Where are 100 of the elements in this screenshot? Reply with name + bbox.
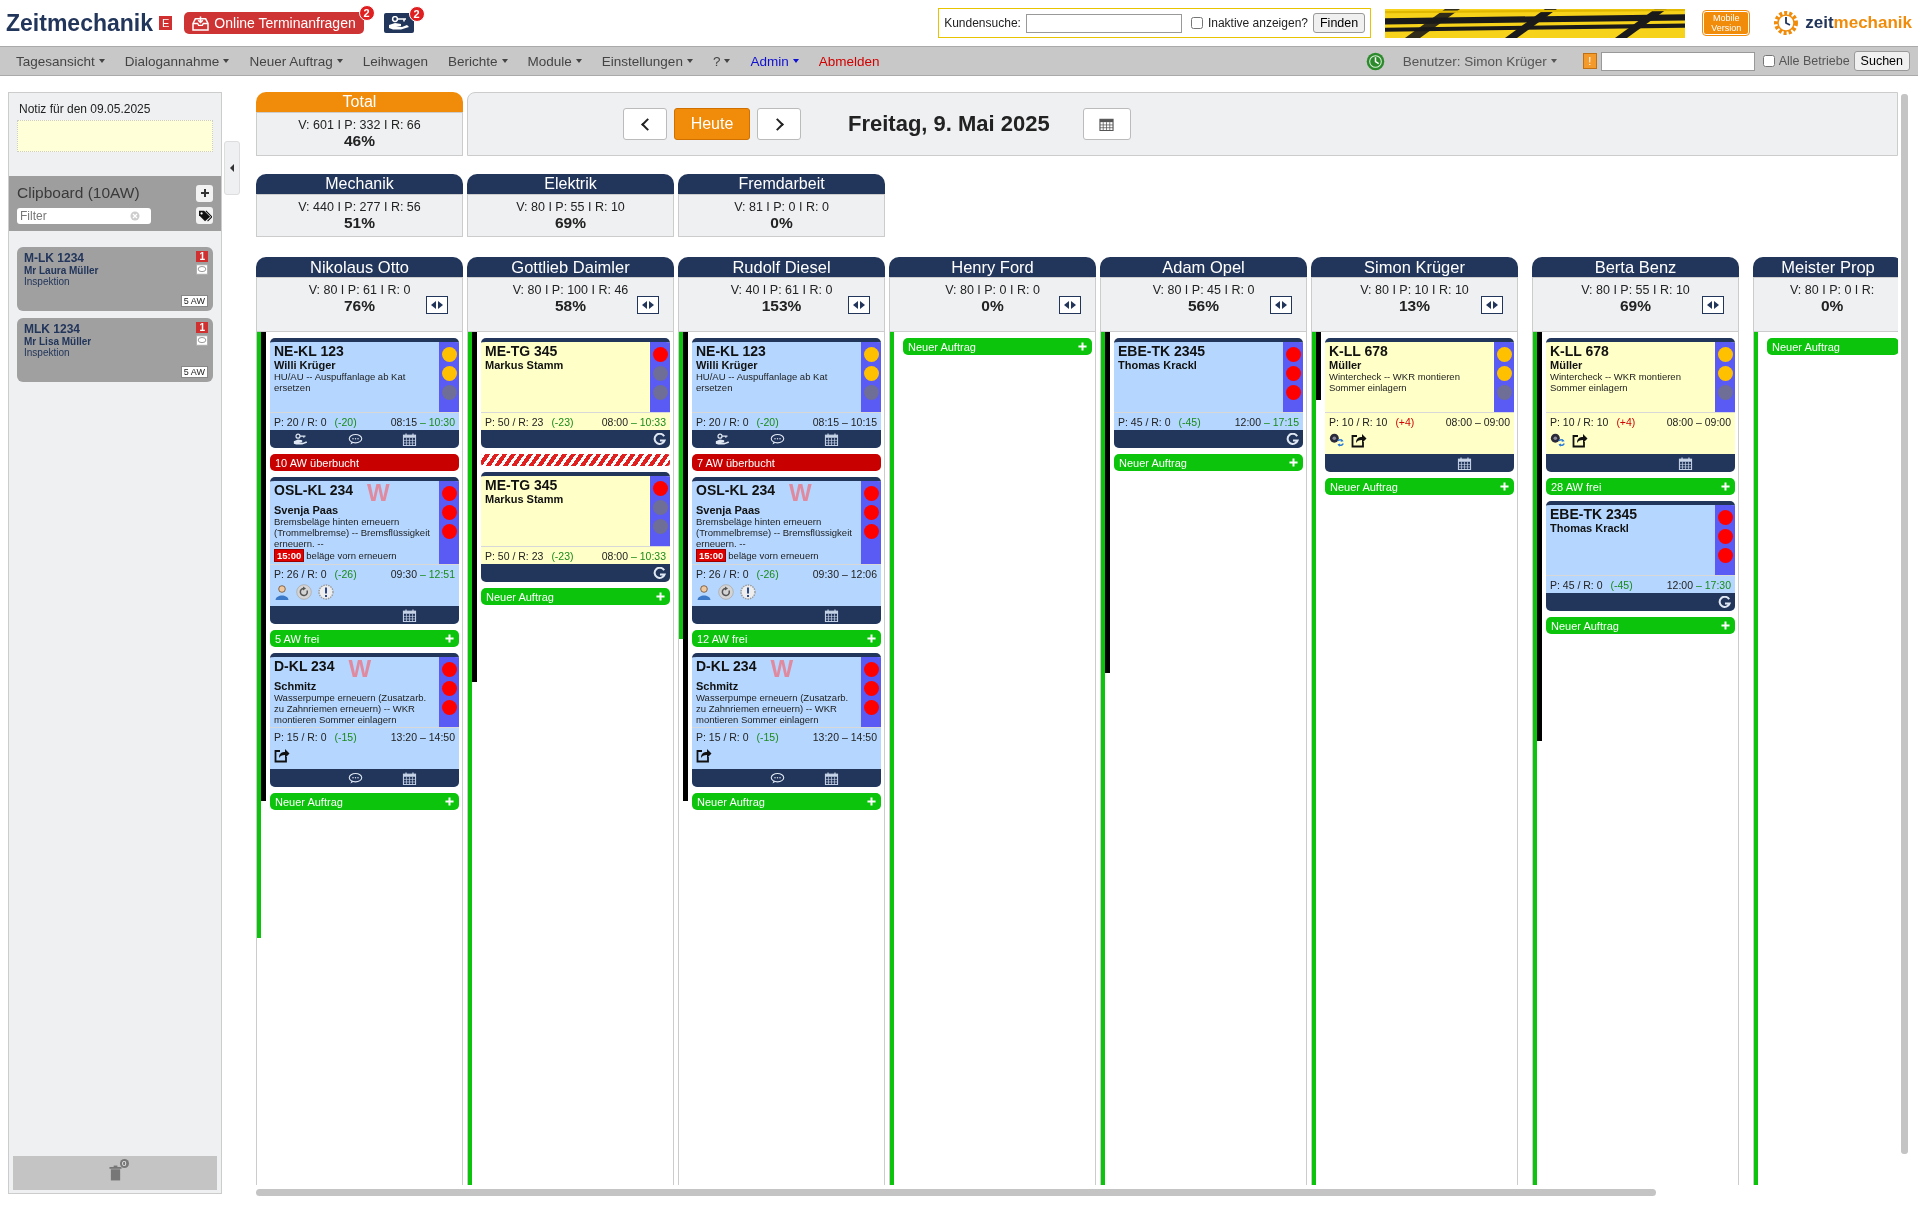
delta-text: (-15): [334, 731, 357, 743]
job-card[interactable]: D-KL 234 W Schmitz Wasserpumpe erneuern (Zusatzarb. zu Zahnriemen erneuern) -- WKR montieren Sommer einlagern P: 15 / R: 0 (-15) 13:20 – 14:50: [692, 653, 881, 787]
previous-day-button[interactable]: [623, 108, 667, 140]
job-card[interactable]: EBE-TK 2345 Thomas Krackl P: 45 / R: 0 (-45) 12:00 – 17:15: [1114, 338, 1303, 448]
count-badge: 1: [196, 251, 208, 262]
exclamation-gear-icon[interactable]: [318, 584, 334, 600]
plate-number: D-KL 234: [696, 658, 757, 674]
comment-icon[interactable]: [769, 432, 785, 446]
menu-item[interactable]: Berichte: [440, 51, 516, 71]
service-text: Inspektion: [24, 347, 70, 358]
menu-item[interactable]: Tagesansicht: [8, 51, 113, 71]
calendar-icon[interactable]: [401, 608, 417, 622]
job-card[interactable]: K-LL 678 Müller Wintercheck -- WKR montieren Sommer einlagern P: 10 / R: 10 (+4) 08:00 – 09:00: [1325, 338, 1514, 472]
plate-number: NE-KL 123: [696, 343, 766, 359]
duration-label: 5 AW: [180, 366, 208, 378]
customer-name: Svenja Paas: [696, 504, 762, 516]
share-icon[interactable]: [1351, 432, 1367, 448]
circular-arrow-icon[interactable]: [718, 584, 734, 600]
job-card[interactable]: ME-TG 345 Markus Stamm P: 50 / R: 23 (-23) 08:00 – 10:33: [481, 472, 670, 582]
share-icon[interactable]: [1572, 432, 1588, 448]
calendar-icon[interactable]: [401, 432, 417, 446]
menu-item[interactable]: Neuer Auftrag: [241, 51, 351, 71]
hand-key-icon[interactable]: [292, 432, 308, 446]
collapse-sidebar-button[interactable]: [224, 141, 240, 195]
calendar-icon[interactable]: [401, 771, 417, 785]
job-card[interactable]: K-LL 678 Müller Wintercheck -- WKR montieren Sommer einlagern P: 10 / R: 10 (+4) 08:00 – 09:00: [1546, 338, 1735, 472]
tire-swap-icon[interactable]: [1550, 432, 1566, 448]
menu-item[interactable]: ?: [704, 51, 739, 71]
arc-icon[interactable]: [652, 432, 667, 446]
menu-item[interactable]: Dialogannahme: [116, 51, 238, 71]
delta-text: (-45): [1610, 579, 1633, 591]
comment-icon[interactable]: [347, 771, 363, 785]
clipboard-card[interactable]: MLK 1234 Mr Lisa Müller Inspektion 1 5 AW: [17, 318, 213, 382]
job-card[interactable]: D-KL 234 W Schmitz Wasserpumpe erneuern (Zusatzarb. zu Zahnriemen erneuern) -- WKR montieren Sommer einlagern P: 15 / R: 0 (-15) 13:20 – 14:50: [270, 653, 459, 787]
menu-item[interactable]: Leihwagen: [354, 51, 436, 71]
calendar-icon[interactable]: [1456, 456, 1472, 470]
person-icon[interactable]: [274, 584, 290, 600]
customer-name: Thomas Krackl: [1550, 522, 1630, 534]
job-card[interactable]: EBE-TK 2345 Thomas Krackl P: 45 / R: 0 (-45) 12:00 – 17:30: [1546, 501, 1735, 611]
delta-text: (+4): [1395, 416, 1415, 428]
job-description: Wintercheck -- WKR montieren Sommer einlagern: [1329, 371, 1461, 393]
menu-item[interactable]: Module: [519, 51, 590, 71]
job-card[interactable]: OSL-KL 234 W Svenja Paas Bremsbeläge hinten erneuern (Trommelbremse) -- Bremsflüssigkeit erneuern. -- 15:00 beläge vorn erneuern P: 26 / R: 0 (-26) 09:30 – 12:51: [270, 477, 459, 624]
time-range: 12:00 – 17:15: [1234, 416, 1299, 428]
stats-text: V: 80 I P: 0 I R:: [1790, 283, 1875, 297]
online-requests-button[interactable]: Online Terminanfragen: [184, 12, 364, 34]
percent-text: 0%: [1820, 297, 1844, 315]
customer-search-field[interactable]: [1025, 13, 1182, 33]
mechanic-header: Rudolf Diesel: [678, 257, 885, 277]
share-icon[interactable]: [274, 747, 290, 763]
expand-toggle-button[interactable]: [1702, 295, 1724, 314]
share-icon[interactable]: [696, 747, 712, 763]
add-button[interactable]: [196, 184, 213, 202]
tag-button[interactable]: [196, 207, 213, 224]
clock-icon[interactable]: [1365, 51, 1385, 71]
job-card[interactable]: NE-KL 123 Willi Krüger HU/AU -- Auspuffanlage ab Kat ersetzen P: 20 / R: 0 (-20) 08:15 – 10:30: [270, 338, 459, 448]
arc-icon[interactable]: [652, 566, 667, 580]
calendar-icon[interactable]: [823, 432, 839, 446]
calendar-icon[interactable]: [1677, 456, 1693, 470]
filter-field[interactable]: Filter: [17, 207, 151, 224]
find-button[interactable]: Finden: [1313, 13, 1366, 33]
comment-icon[interactable]: [769, 771, 785, 785]
job-card[interactable]: NE-KL 123 Willi Krüger HU/AU -- Auspuffanlage ab Kat ersetzen P: 20 / R: 0 (-20) 08:15 – 10:15: [692, 338, 881, 448]
time-range: 13:20 – 14:50: [390, 731, 455, 743]
clipboard-card[interactable]: M-LK 1234 Mr Laura Müller Inspektion 1 5 AW: [17, 247, 213, 311]
all-branches-checkbox[interactable]: [1762, 55, 1775, 67]
menu-item[interactable]: Abmelden: [810, 51, 888, 71]
vertical-scrollbar[interactable]: [1901, 94, 1908, 1154]
note-field[interactable]: [17, 120, 213, 152]
tire-swap-icon[interactable]: [1329, 432, 1345, 448]
search-field[interactable]: [1600, 51, 1755, 71]
calendar-button[interactable]: [1082, 108, 1131, 140]
trash-icon[interactable]: [108, 1165, 122, 1181]
arc-icon[interactable]: [1285, 432, 1300, 446]
expand-toggle-button[interactable]: [637, 295, 659, 314]
exclamation-gear-icon[interactable]: [740, 584, 756, 600]
plate-number: EBE-TK 2345: [1550, 506, 1638, 522]
calendar-icon[interactable]: [823, 608, 839, 622]
hand-key-icon: [387, 16, 410, 30]
expand-toggle-button[interactable]: [426, 295, 448, 314]
hand-key-icon[interactable]: [714, 432, 730, 446]
calendar-icon[interactable]: [823, 771, 839, 785]
menu-item[interactable]: Admin: [742, 51, 807, 71]
user-menu[interactable]: Benutzer: Simon Krüger: [1394, 51, 1565, 71]
menu-item[interactable]: Einstellungen: [593, 51, 701, 71]
comment-icon[interactable]: [347, 432, 363, 446]
circular-arrow-icon[interactable]: [296, 584, 312, 600]
key-requests-button[interactable]: [383, 13, 414, 33]
expand-toggle-button[interactable]: [848, 295, 870, 314]
job-card[interactable]: OSL-KL 234 W Svenja Paas Bremsbeläge hinten erneuern (Trommelbremse) -- Bremsflüssigkeit erneuern. -- 15:00 beläge vorn erneuern P: 26 / R: 0 (-26) 09:30 – 12:06: [692, 477, 881, 624]
person-icon[interactable]: [696, 584, 712, 600]
date-title: Freitag, 9. Mai 2025: [848, 111, 1050, 137]
job-card[interactable]: ME-TG 345 Markus Stamm P: 50 / R: 23 (-23) 08:00 – 10:33: [481, 338, 670, 448]
expand-toggle-button[interactable]: [1270, 295, 1292, 314]
expand-toggle-button[interactable]: [1059, 295, 1081, 314]
next-day-button[interactable]: [757, 108, 801, 140]
search-button[interactable]: Suchen: [1853, 51, 1910, 71]
horizontal-scrollbar[interactable]: [256, 1189, 1656, 1196]
arc-icon[interactable]: [1717, 595, 1732, 609]
expand-toggle-button[interactable]: [1481, 295, 1503, 314]
